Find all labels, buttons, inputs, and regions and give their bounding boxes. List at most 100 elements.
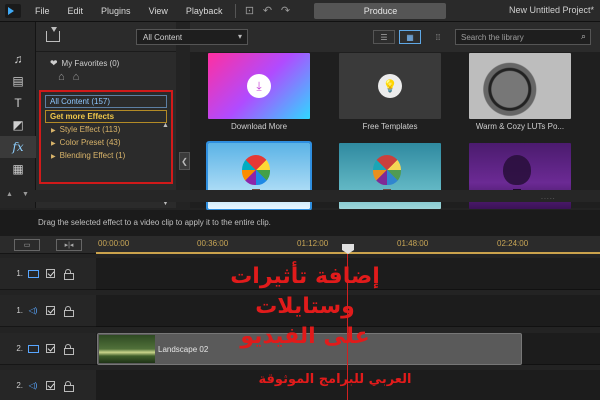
produce-button[interactable]: Produce	[314, 2, 447, 19]
track-enable-checkbox[interactable]	[46, 306, 55, 315]
lock-icon[interactable]	[64, 381, 74, 392]
free-templates-thumb: 💡	[339, 53, 441, 119]
library-tree-panel: ❤ My Favorites (0) ⌂ ⌂ All Content (157)…	[36, 22, 176, 208]
search-icon[interactable]: ⌕	[581, 31, 586, 42]
playhead-handle[interactable]	[342, 244, 354, 254]
app-logo	[0, 0, 26, 22]
media-room-icon[interactable]: ♫	[0, 48, 36, 70]
app-logo-icon	[5, 3, 21, 18]
tick-label: 02:24:00	[497, 239, 529, 248]
room-rail: ♫ ▤ T ◩ fx ▦	[0, 22, 36, 208]
tick-label: 00:36:00	[197, 239, 229, 248]
heart-icon: ❤	[50, 58, 58, 68]
tree-item-get-more[interactable]: Get more Effects	[45, 110, 167, 123]
menu-file[interactable]: File	[26, 6, 59, 16]
effect-library: All Content ▾ ☰ ▦ ⁞⁞ Search the library …	[136, 22, 600, 211]
menu-edit[interactable]: Edit	[59, 6, 93, 16]
lock-icon[interactable]	[64, 344, 74, 355]
chevron-down-icon: ▾	[237, 32, 242, 41]
list-view-button[interactable]: ☰	[373, 30, 395, 44]
menu-divider	[235, 3, 237, 18]
overlay-footer: العربي للبرامج الموثوقة	[258, 372, 412, 387]
collapse-down-icon[interactable]: ▼	[22, 191, 29, 198]
tree-item-style-effect[interactable]: ▶ Style Effect (113)	[41, 123, 171, 136]
expand-arrow-icon: ▶	[51, 154, 56, 160]
track-enable-checkbox[interactable]	[46, 344, 55, 353]
balloon-shape	[373, 155, 401, 185]
undo-icon[interactable]: ↶	[258, 2, 276, 20]
favorites-row[interactable]: ❤ My Favorites (0)	[36, 52, 176, 69]
expand-arrow-icon: ▶	[51, 128, 56, 134]
tree-item-label: Blending Effect (1)	[59, 151, 126, 160]
tile-warm-cozy-luts[interactable]: Warm & Cozy LUTs Po...	[469, 53, 571, 131]
tree-item-color-preset[interactable]: ▶ Color Preset (43)	[41, 136, 171, 149]
track-manager-icon[interactable]: ▭	[14, 239, 40, 251]
overlay-title: إضافة تأثيرات وستايلات على الفيديو	[180, 262, 430, 352]
video-room-icon[interactable]: ▤	[0, 70, 36, 92]
title-room-icon[interactable]: T	[0, 92, 36, 114]
menu-playback[interactable]: Playback	[177, 6, 232, 16]
expand-arrow-icon: ▶	[51, 141, 56, 147]
favorites-label: My Favorites (0)	[61, 59, 120, 68]
track-header-2-audio: 2. ◁)	[0, 370, 96, 400]
collapse-panel-button[interactable]: ❮	[179, 152, 190, 170]
scroll-up-icon[interactable]: ▲	[162, 122, 169, 129]
record-player-thumb	[469, 53, 571, 119]
track-number: 1.	[16, 306, 23, 315]
track-header-2-video: 2.	[0, 333, 96, 365]
menu-plugins[interactable]: Plugins	[92, 6, 140, 16]
tile-free-templates[interactable]: 💡 Free Templates	[339, 53, 441, 131]
collapse-up-icon[interactable]: ▲	[6, 191, 13, 198]
tile-label: Free Templates	[362, 122, 418, 131]
hint-text: Drag the selected effect to a video clip…	[0, 210, 600, 236]
splitter-grip-icon[interactable]: .....	[541, 194, 556, 201]
balloon-shape	[503, 155, 531, 185]
menu-bar: File Edit Plugins View Playback ⊡ ↶ ↷ Pr…	[0, 0, 600, 22]
overlay-title-line1: إضافة تأثيرات وستايلات	[230, 264, 380, 319]
tree-item-label: Style Effect (113)	[59, 125, 121, 134]
video-track-icon	[26, 269, 40, 279]
tile-label: Download More	[230, 122, 288, 131]
particle-room-icon[interactable]: ▦	[0, 158, 36, 180]
tree-item-blending-effect[interactable]: ▶ Blending Effect (1)	[41, 149, 171, 162]
tag-controls: ⌂ ⌂	[36, 69, 176, 83]
app-window: File Edit Plugins View Playback ⊡ ↶ ↷ Pr…	[0, 0, 600, 400]
track-enable-checkbox[interactable]	[46, 381, 55, 390]
lightbulb-icon: 💡	[378, 74, 402, 98]
track-number: 2.	[16, 344, 23, 353]
snapshot-icon[interactable]: ⊡	[240, 2, 258, 20]
grid-view-button[interactable]: ▦	[399, 30, 421, 44]
track-enable-checkbox[interactable]	[46, 269, 55, 278]
track-number: 2.	[16, 381, 23, 390]
fit-timeline-icon[interactable]: ▸|◂	[56, 239, 82, 251]
fx-room-icon[interactable]: fx	[0, 136, 36, 158]
tile-download-more[interactable]: ⤓ Download More	[208, 53, 310, 131]
lock-icon[interactable]	[64, 306, 74, 317]
track-header-1-audio: 1. ◁)	[0, 295, 96, 327]
add-tag-icon[interactable]: ⌂	[58, 71, 65, 83]
import-icon[interactable]	[46, 27, 60, 42]
panel-splitter[interactable]: ▲ ▼ .....	[0, 190, 600, 202]
tick-label: 00:00:00	[98, 239, 130, 248]
clip-thumbnail	[99, 335, 155, 363]
audio-track-icon: ◁)	[28, 306, 38, 315]
dropdown-value: All Content	[143, 33, 183, 42]
redo-icon[interactable]: ↷	[276, 2, 294, 20]
library-scrollbar[interactable]: ▲ ▼	[162, 122, 169, 207]
tick-label: 01:12:00	[297, 239, 329, 248]
tile-label: Warm & Cozy LUTs Po...	[475, 122, 565, 131]
remove-tag-icon[interactable]: ⌂	[73, 71, 80, 83]
transition-room-icon[interactable]: ◩	[0, 114, 36, 136]
track-number: 1.	[16, 269, 23, 278]
project-title: New Untitled Project*	[508, 5, 594, 15]
search-input[interactable]: Search the library ⌕	[455, 29, 591, 45]
thumbnail-size-icon[interactable]: ⁞⁞	[427, 30, 449, 44]
tree-item-all-content[interactable]: All Content (157)	[45, 95, 167, 108]
balloon-shape	[242, 155, 270, 185]
menu-view[interactable]: View	[140, 6, 177, 16]
category-dropdown[interactable]: All Content ▾	[136, 29, 248, 45]
lock-icon[interactable]	[64, 269, 74, 280]
download-more-thumb: ⤓	[208, 53, 310, 119]
category-tree: All Content (157) Get more Effects ▶ Styl…	[39, 90, 173, 184]
video-track-icon	[26, 344, 40, 354]
